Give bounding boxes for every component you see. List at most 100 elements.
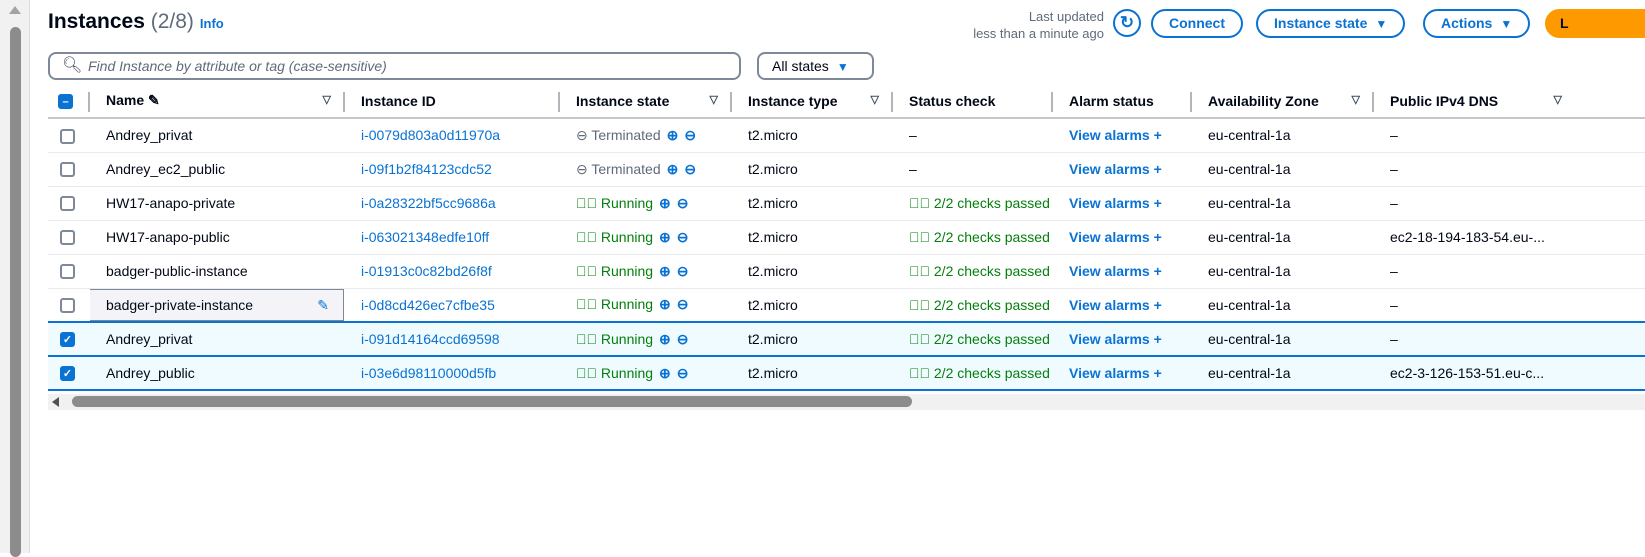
alarm-status-cell[interactable]: View alarms + bbox=[1053, 355, 1192, 391]
instance-id-cell[interactable]: i-01913c0c82bd26f8f bbox=[345, 254, 560, 289]
row-checkbox[interactable] bbox=[60, 162, 75, 178]
view-alarms-link[interactable]: View alarms bbox=[1069, 297, 1150, 313]
name-cell[interactable]: badger-private-instance ✎ bbox=[90, 288, 345, 323]
instance-id-link[interactable]: i-01913c0c82bd26f8f bbox=[361, 263, 492, 279]
page-scrollbar[interactable] bbox=[0, 0, 30, 557]
row-checkbox[interactable] bbox=[60, 196, 75, 212]
alarm-status-cell[interactable]: View alarms + bbox=[1053, 288, 1192, 323]
row-checkbox-cell[interactable] bbox=[48, 186, 90, 221]
col-instance-state[interactable]: Instance state ▽ bbox=[560, 84, 732, 119]
plus-icon[interactable]: + bbox=[1154, 331, 1162, 347]
instance-id-link[interactable]: i-03e6d98110000d5fb bbox=[361, 365, 496, 381]
name-cell[interactable]: Andrey_public bbox=[90, 355, 345, 391]
plus-icon[interactable]: + bbox=[1154, 127, 1162, 143]
instance-id-link[interactable]: i-063021348edfe10ff bbox=[361, 229, 489, 245]
table-row[interactable]: Andrey_privat i-0079d803a0d11970a ⊖ Term… bbox=[48, 118, 1645, 153]
plus-icon[interactable]: + bbox=[1154, 365, 1162, 381]
instance-id-link[interactable]: i-09f1b2f84123cdc52 bbox=[361, 161, 492, 177]
sort-icon[interactable]: ▽ bbox=[1352, 93, 1360, 106]
col-availability-zone[interactable]: Availability Zone ▽ bbox=[1192, 84, 1374, 119]
horizontal-scrollbar[interactable] bbox=[48, 394, 1645, 410]
row-checkbox[interactable] bbox=[60, 298, 75, 314]
instance-id-cell[interactable]: i-0079d803a0d11970a bbox=[345, 118, 560, 153]
table-row[interactable]: HW17-anapo-private i-0a28322bf5cc9686a ✓… bbox=[48, 186, 1645, 221]
instance-id-cell[interactable]: i-0d8cd426ec7cfbe35 bbox=[345, 288, 560, 323]
zoom-in-icon[interactable]: ⊕ bbox=[667, 127, 679, 143]
zoom-out-icon[interactable]: ⊖ bbox=[677, 263, 689, 279]
zoom-out-icon[interactable]: ⊖ bbox=[684, 127, 696, 143]
row-checkbox[interactable]: ✓ bbox=[60, 366, 75, 382]
view-alarms-link[interactable]: View alarms bbox=[1069, 161, 1150, 177]
view-alarms-link[interactable]: View alarms bbox=[1069, 331, 1150, 347]
zoom-out-icon[interactable]: ⊖ bbox=[677, 365, 689, 381]
alarm-status-cell[interactable]: View alarms + bbox=[1053, 152, 1192, 187]
state-filter-select[interactable]: All states ▼ bbox=[757, 52, 874, 80]
name-cell[interactable]: Andrey_ec2_public bbox=[90, 152, 345, 187]
col-alarm-status[interactable]: Alarm status bbox=[1053, 84, 1192, 119]
alarm-status-cell[interactable]: View alarms + bbox=[1053, 254, 1192, 289]
scrollbar-thumb[interactable] bbox=[10, 27, 21, 557]
zoom-out-icon[interactable]: ⊖ bbox=[677, 195, 689, 211]
instance-id-link[interactable]: i-0a28322bf5cc9686a bbox=[361, 195, 496, 211]
row-checkbox-cell[interactable]: ✓ bbox=[48, 321, 90, 357]
connect-button[interactable]: Connect bbox=[1151, 9, 1243, 38]
row-checkbox-cell[interactable] bbox=[48, 118, 90, 153]
view-alarms-link[interactable]: View alarms bbox=[1069, 195, 1150, 211]
pencil-icon[interactable]: ✎ bbox=[317, 290, 329, 320]
row-checkbox-cell[interactable] bbox=[48, 254, 90, 289]
instance-id-link[interactable]: i-0079d803a0d11970a bbox=[361, 127, 500, 143]
zoom-in-icon[interactable]: ⊕ bbox=[659, 331, 671, 347]
alarm-status-cell[interactable]: View alarms + bbox=[1053, 220, 1192, 255]
alarm-status-cell[interactable]: View alarms + bbox=[1053, 118, 1192, 153]
row-checkbox-cell[interactable] bbox=[48, 220, 90, 255]
col-instance-id[interactable]: Instance ID bbox=[345, 84, 560, 119]
zoom-out-icon[interactable]: ⊖ bbox=[684, 161, 696, 177]
refresh-button[interactable]: ↻ bbox=[1113, 9, 1141, 37]
view-alarms-link[interactable]: View alarms bbox=[1069, 127, 1150, 143]
instance-id-cell[interactable]: i-09f1b2f84123cdc52 bbox=[345, 152, 560, 187]
sort-icon[interactable]: ▽ bbox=[710, 93, 718, 106]
col-name[interactable]: Name ✎ ▽ bbox=[90, 84, 345, 119]
zoom-out-icon[interactable]: ⊖ bbox=[677, 296, 689, 312]
search-input[interactable]: 🔍︎ Find Instance by attribute or tag (cas… bbox=[48, 52, 741, 80]
col-public-dns[interactable]: Public IPv4 DNS ▽ bbox=[1374, 84, 1645, 119]
zoom-in-icon[interactable]: ⊕ bbox=[659, 229, 671, 245]
view-alarms-link[interactable]: View alarms bbox=[1069, 263, 1150, 279]
name-cell[interactable]: badger-public-instance bbox=[90, 254, 345, 289]
row-checkbox-cell[interactable] bbox=[48, 288, 90, 323]
actions-button[interactable]: Actions ▼ bbox=[1423, 9, 1531, 38]
sort-icon[interactable]: ▽ bbox=[323, 93, 331, 106]
zoom-out-icon[interactable]: ⊖ bbox=[677, 229, 689, 245]
plus-icon[interactable]: + bbox=[1154, 229, 1162, 245]
scroll-left-icon[interactable] bbox=[52, 397, 59, 407]
scrollbar-thumb[interactable] bbox=[72, 396, 912, 407]
row-checkbox[interactable]: ✓ bbox=[60, 332, 75, 348]
table-row[interactable]: HW17-anapo-public i-063021348edfe10ff ✓⃝… bbox=[48, 220, 1645, 255]
zoom-in-icon[interactable]: ⊕ bbox=[659, 296, 671, 312]
table-row[interactable]: ✓ Andrey_public i-03e6d98110000d5fb ✓⃝ R… bbox=[48, 355, 1645, 391]
plus-icon[interactable]: + bbox=[1154, 195, 1162, 211]
view-alarms-link[interactable]: View alarms bbox=[1069, 365, 1150, 381]
instance-id-link[interactable]: i-0d8cd426ec7cfbe35 bbox=[361, 297, 495, 313]
alarm-status-cell[interactable]: View alarms + bbox=[1053, 186, 1192, 221]
instance-id-cell[interactable]: i-091d14164ccd69598 bbox=[345, 321, 560, 357]
zoom-out-icon[interactable]: ⊖ bbox=[677, 331, 689, 347]
instance-id-cell[interactable]: i-0a28322bf5cc9686a bbox=[345, 186, 560, 221]
launch-instances-button[interactable]: L bbox=[1545, 9, 1645, 38]
zoom-in-icon[interactable]: ⊕ bbox=[659, 195, 671, 211]
name-edit-field[interactable]: badger-private-instance ✎ bbox=[90, 288, 344, 321]
alarm-status-cell[interactable]: View alarms + bbox=[1053, 321, 1192, 357]
row-checkbox[interactable] bbox=[60, 230, 75, 246]
row-checkbox[interactable] bbox=[60, 264, 75, 280]
name-cell[interactable]: Andrey_privat bbox=[90, 118, 345, 153]
zoom-in-icon[interactable]: ⊕ bbox=[667, 161, 679, 177]
col-status-check[interactable]: Status check bbox=[893, 84, 1053, 119]
col-instance-type[interactable]: Instance type ▽ bbox=[732, 84, 893, 119]
table-row[interactable]: ✓ Andrey_privat i-091d14164ccd69598 ✓⃝ R… bbox=[48, 321, 1645, 357]
instance-id-link[interactable]: i-091d14164ccd69598 bbox=[361, 331, 500, 347]
sort-icon[interactable]: ▽ bbox=[1554, 93, 1562, 106]
select-all-checkbox[interactable]: – bbox=[58, 93, 73, 109]
scroll-up-icon[interactable] bbox=[9, 6, 21, 14]
sort-icon[interactable]: ▽ bbox=[871, 93, 879, 106]
select-all-checkbox-cell[interactable]: – bbox=[48, 84, 90, 119]
